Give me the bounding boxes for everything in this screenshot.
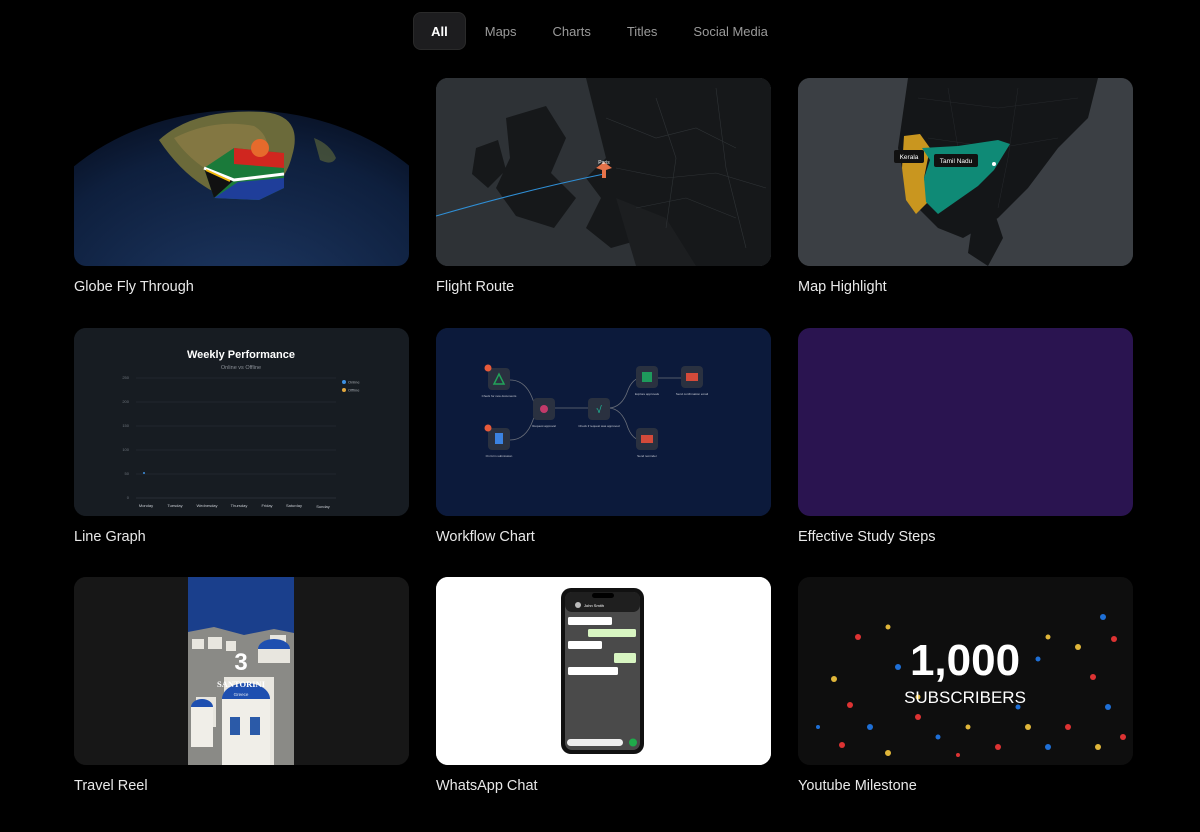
flight-map: Paris — [436, 78, 771, 266]
card-title: WhatsApp Chat — [436, 778, 538, 794]
thumbnail-whatsapp[interactable]: John Smith — [436, 577, 771, 765]
reel-place: SANTORINI — [217, 679, 266, 689]
reel-number: 3 — [234, 649, 247, 676]
node-label: Check if request was approved — [578, 424, 620, 428]
thumbnail-youtube-milestone[interactable]: 1,000 SUBSCRIBERS — [798, 577, 1133, 765]
y-tick: 50 — [125, 471, 130, 476]
card-travel-reel[interactable]: 3 SANTORINI Greece Travel Reel — [74, 577, 409, 798]
line-graph-preview: Weekly Performance Online vs Offline 0 5… — [74, 328, 409, 516]
reel-country: Greece — [234, 692, 249, 697]
card-effective-study-steps[interactable]: Effective Study Steps — [798, 328, 1133, 549]
thumbnail-flight-route[interactable]: Paris — [436, 78, 771, 266]
x-tick: Thursday — [231, 503, 248, 508]
x-tick: Monday — [139, 503, 153, 508]
milestone-caption: SUBSCRIBERS — [904, 688, 1026, 707]
legend-dot-offline — [342, 388, 346, 392]
tab-charts[interactable]: Charts — [536, 12, 608, 50]
y-tick: 100 — [122, 447, 129, 452]
card-youtube-milestone[interactable]: 1,000 SUBSCRIBERS Youtube Milestone — [798, 577, 1133, 798]
card-title: Flight Route — [436, 279, 515, 295]
chart-subtitle: Online vs Offline — [221, 365, 261, 371]
node-label: Explore approvals — [635, 392, 660, 396]
city-label: Paris — [598, 160, 610, 166]
thumbnail-map-highlight[interactable]: Kerala Tamil Nadu — [798, 78, 1133, 266]
thumbnail-globe[interactable] — [74, 78, 409, 266]
card-flight-route[interactable]: Paris Flight Route — [436, 78, 771, 299]
card-title: Effective Study Steps — [798, 529, 936, 545]
card-whatsapp-chat[interactable]: John Smith WhatsApp Chat — [436, 577, 771, 798]
globe-illustration — [74, 78, 409, 266]
card-title: Map Highlight — [798, 279, 887, 295]
india-map: Kerala Tamil Nadu — [798, 78, 1133, 266]
node-label: Request approval — [532, 424, 556, 428]
card-workflow-chart[interactable]: √ Check for new documents Request approv… — [436, 328, 771, 549]
svg-text:√: √ — [596, 404, 602, 416]
phone-mockup: John Smith — [436, 577, 771, 765]
filter-tabs: All Maps Charts Titles Social Media — [0, 12, 1200, 50]
x-tick: Friday — [261, 503, 272, 508]
thumbnail-travel-reel[interactable]: 3 SANTORINI Greece — [74, 577, 409, 765]
card-title: Line Graph — [74, 529, 146, 545]
confetti-background: 1,000 SUBSCRIBERS — [798, 577, 1133, 765]
thumbnail-line-graph[interactable]: Weekly Performance Online vs Offline 0 5… — [74, 328, 409, 516]
card-title: Youtube Milestone — [798, 778, 917, 794]
region-label-kerala: Kerala — [900, 154, 919, 161]
chart-title: Weekly Performance — [187, 349, 295, 361]
x-tick: Wednesday — [196, 503, 217, 508]
legend-online: Online — [348, 380, 360, 385]
card-title: Travel Reel — [74, 778, 148, 794]
node-label: Check for new documents — [482, 394, 517, 398]
region-label-tamil-nadu: Tamil Nadu — [940, 158, 973, 165]
legend-dot-online — [342, 380, 346, 384]
workflow-diagram: √ Check for new documents Request approv… — [436, 328, 771, 516]
tab-all[interactable]: All — [413, 12, 466, 50]
y-tick: 200 — [122, 399, 129, 404]
x-tick: Sunday — [316, 504, 330, 509]
node-label: On form submission — [486, 454, 513, 458]
thumbnail-workflow[interactable]: √ Check for new documents Request approv… — [436, 328, 771, 516]
chat-contact: John Smith — [584, 603, 604, 608]
x-tick: Saturday — [286, 503, 302, 508]
y-tick: 150 — [122, 423, 129, 428]
tab-titles[interactable]: Titles — [610, 12, 675, 50]
node-label: Send reminder — [637, 454, 657, 458]
legend-offline: Offline — [348, 388, 360, 393]
y-tick: 250 — [122, 375, 129, 380]
node-label: Send confirmation email — [676, 392, 709, 396]
tab-social-media[interactable]: Social Media — [676, 12, 784, 50]
card-title: Globe Fly Through — [74, 279, 194, 295]
thumbnail-study-steps[interactable] — [798, 328, 1133, 516]
card-map-highlight[interactable]: Kerala Tamil Nadu Map Highlight — [798, 78, 1133, 299]
tab-maps[interactable]: Maps — [468, 12, 534, 50]
milestone-count: 1,000 — [910, 636, 1020, 685]
card-line-graph[interactable]: Weekly Performance Online vs Offline 0 5… — [74, 328, 409, 549]
x-tick: Tuesday — [167, 503, 182, 508]
card-title: Workflow Chart — [436, 529, 535, 545]
card-globe-fly-through[interactable]: Globe Fly Through — [74, 78, 409, 299]
santorini-photo: 3 SANTORINI Greece — [74, 577, 409, 765]
